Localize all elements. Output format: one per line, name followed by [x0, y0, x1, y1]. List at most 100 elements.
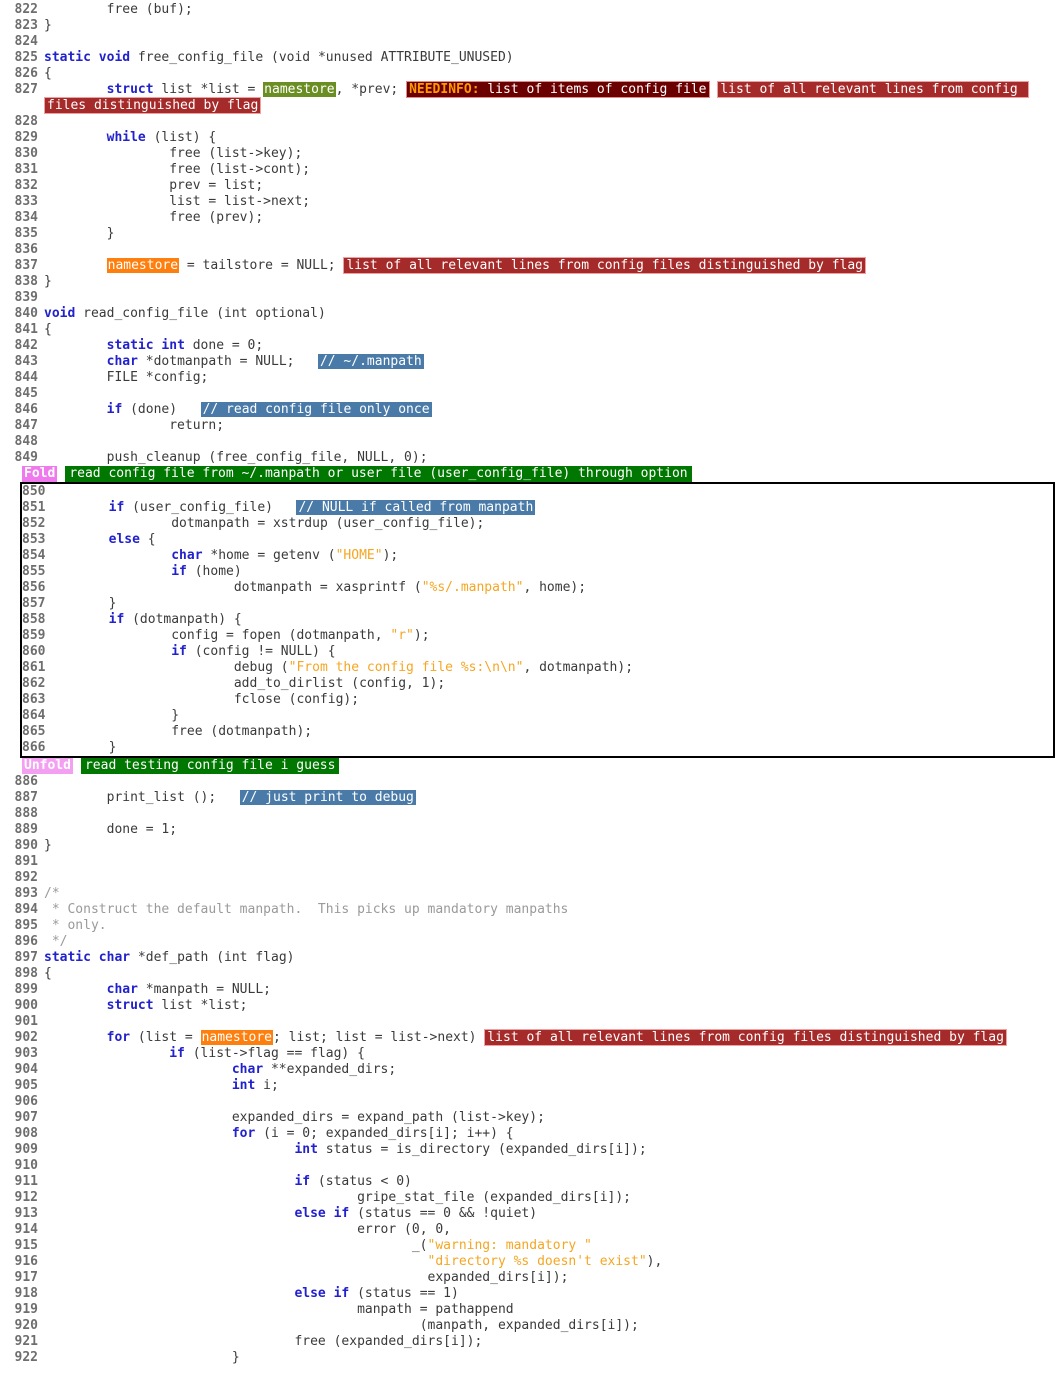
- code-line[interactable]: 826 {: [0, 66, 1063, 82]
- code-line[interactable]: 861 debug ("From the config file %s:\n\n…: [22, 660, 1053, 676]
- code-line[interactable]: 897 static char *def_path (int flag): [0, 950, 1063, 966]
- code-line[interactable]: 837 namestore = tailstore = NULL; list o…: [0, 257, 1063, 274]
- code-line[interactable]: 845: [0, 386, 1063, 402]
- code-line[interactable]: 919 manpath = pathappend: [0, 1302, 1063, 1318]
- code-line[interactable]: 891: [0, 854, 1063, 870]
- code-line[interactable]: 863 fclose (config);: [22, 692, 1053, 708]
- code-line[interactable]: 847 return;: [0, 418, 1063, 434]
- code-line[interactable]: 825 static void free_config_file (void *u…: [0, 50, 1063, 66]
- line-content[interactable]: char *dotmanpath = NULL; // ~/.manpath: [44, 354, 1063, 370]
- line-content[interactable]: (manpath, expanded_dirs[i]);: [44, 1318, 1063, 1334]
- code-line[interactable]: 843 char *dotmanpath = NULL; // ~/.manpa…: [0, 354, 1063, 370]
- line-content[interactable]: fclose (config);: [46, 692, 1053, 708]
- code-line[interactable]: 832 prev = list;: [0, 178, 1063, 194]
- code-line[interactable]: 862 add_to_dirlist (config, 1);: [22, 676, 1053, 692]
- line-content[interactable]: int status = is_directory (expanded_dirs…: [44, 1142, 1063, 1158]
- code-line[interactable]: 836: [0, 242, 1063, 258]
- code-line[interactable]: 898 {: [0, 966, 1063, 982]
- code-line[interactable]: 822 free (buf);: [0, 2, 1063, 18]
- line-content[interactable]: for (i = 0; expanded_dirs[i]; i++) {: [44, 1126, 1063, 1142]
- code-line[interactable]: 830 free (list->key);: [0, 146, 1063, 162]
- code-line[interactable]: 911 if (status < 0): [0, 1174, 1063, 1190]
- code-line[interactable]: 834 free (prev);: [0, 210, 1063, 226]
- code-line[interactable]: 908 for (i = 0; expanded_dirs[i]; i++) {: [0, 1126, 1063, 1142]
- code-line[interactable]: 915 _("warning: mandatory ": [0, 1238, 1063, 1254]
- unfold-button[interactable]: Unfold: [22, 758, 73, 774]
- line-content[interactable]: free (list->cont);: [44, 162, 1063, 178]
- code-line[interactable]: 849 push_cleanup (free_config_file, NULL…: [0, 450, 1063, 466]
- code-line[interactable]: 864 }: [22, 708, 1053, 724]
- code-line[interactable]: 895 * only.: [0, 918, 1063, 934]
- code-line[interactable]: 887 print_list (); // just print to debu…: [0, 790, 1063, 806]
- line-content[interactable]: done = 1;: [44, 822, 1063, 838]
- line-content[interactable]: {: [44, 966, 1063, 982]
- line-content[interactable]: static int done = 0;: [44, 338, 1063, 354]
- code-line[interactable]: 854 char *home = getenv ("HOME");: [22, 548, 1053, 564]
- line-content[interactable]: gripe_stat_file (expanded_dirs[i]);: [44, 1190, 1063, 1206]
- line-content[interactable]: print_list (); // just print to debug: [44, 790, 1063, 806]
- code-line[interactable]: 916 "directory %s doesn't exist"),: [0, 1254, 1063, 1270]
- fold-marker-row[interactable]: Fold read config file from ~/.manpath or…: [0, 466, 1063, 482]
- line-content[interactable]: add_to_dirlist (config, 1);: [46, 676, 1053, 692]
- code-line[interactable]: 860 if (config != NULL) {: [22, 644, 1053, 660]
- code-line[interactable]: 906: [0, 1094, 1063, 1110]
- code-line[interactable]: 842 static int done = 0;: [0, 338, 1063, 354]
- line-content[interactable]: while (list) {: [44, 130, 1063, 146]
- line-content[interactable]: if (done) // read config file only once: [44, 402, 1063, 418]
- code-editor[interactable]: 822 free (buf); 823} 824 825 static void fre…: [0, 0, 1063, 1366]
- code-line[interactable]: 886: [0, 774, 1063, 790]
- code-line[interactable]: 851 if (user_config_file) // NULL if cal…: [22, 500, 1053, 516]
- line-content[interactable]: list = list->next;: [44, 194, 1063, 210]
- line-content[interactable]: if (list->flag == flag) {: [44, 1046, 1063, 1062]
- code-line[interactable]: 865 free (dotmanpath);: [22, 724, 1053, 740]
- code-line[interactable]: 893 /*: [0, 886, 1063, 902]
- line-content[interactable]: int i;: [44, 1078, 1063, 1094]
- line-content[interactable]: * only.: [44, 918, 1063, 934]
- code-line[interactable]: 903 if (list->flag == flag) {: [0, 1046, 1063, 1062]
- code-line[interactable]: 852 dotmanpath = xstrdup (user_config_fi…: [22, 516, 1053, 532]
- code-line[interactable]: 857 }: [22, 596, 1053, 612]
- line-content[interactable]: return;: [44, 418, 1063, 434]
- code-line[interactable]: 888: [0, 806, 1063, 822]
- line-content[interactable]: push_cleanup (free_config_file, NULL, 0)…: [44, 450, 1063, 466]
- code-line[interactable]: 900 struct list *list;: [0, 998, 1063, 1014]
- code-line[interactable]: 890}: [0, 838, 1063, 854]
- code-line[interactable]: 917 expanded_dirs[i]);: [0, 1270, 1063, 1286]
- code-line[interactable]: 907 expanded_dirs = expand_path (list->k…: [0, 1110, 1063, 1126]
- line-content[interactable]: for (list = namestore; list; list = list…: [44, 1029, 1063, 1046]
- line-content[interactable]: void read_config_file (int optional): [44, 306, 1063, 322]
- code-line[interactable]: 921 free (expanded_dirs[i]);: [0, 1334, 1063, 1350]
- code-line[interactable]: 824: [0, 34, 1063, 50]
- line-content[interactable]: prev = list;: [44, 178, 1063, 194]
- code-line[interactable]: 901: [0, 1014, 1063, 1030]
- line-content[interactable]: free (buf);: [44, 2, 1063, 18]
- line-content[interactable]: }: [46, 708, 1053, 724]
- line-content[interactable]: }: [44, 838, 1063, 854]
- line-content[interactable]: _("warning: mandatory ": [44, 1238, 1063, 1254]
- line-content[interactable]: struct list *list = namestore, *prev; NE…: [44, 81, 1063, 114]
- code-line[interactable]: 828: [0, 114, 1063, 130]
- line-content[interactable]: {: [44, 66, 1063, 82]
- code-line[interactable]: 866 }: [22, 740, 1053, 756]
- code-line[interactable]: 918 else if (status == 1): [0, 1286, 1063, 1302]
- code-line[interactable]: 831 free (list->cont);: [0, 162, 1063, 178]
- code-line[interactable]: 889 done = 1;: [0, 822, 1063, 838]
- code-line[interactable]: 922 }: [0, 1350, 1063, 1366]
- line-content[interactable]: manpath = pathappend: [44, 1302, 1063, 1318]
- line-content[interactable]: free (expanded_dirs[i]);: [44, 1334, 1063, 1350]
- code-line[interactable]: 833 list = list->next;: [0, 194, 1063, 210]
- line-content[interactable]: expanded_dirs = expand_path (list->key);: [44, 1110, 1063, 1126]
- line-content[interactable]: char *manpath = NULL;: [44, 982, 1063, 998]
- code-line[interactable]: 909 int status = is_directory (expanded_…: [0, 1142, 1063, 1158]
- code-line[interactable]: 846 if (done) // read config file only o…: [0, 402, 1063, 418]
- line-content[interactable]: static void free_config_file (void *unus…: [44, 50, 1063, 66]
- code-line[interactable]: 853 else {: [22, 532, 1053, 548]
- line-content[interactable]: free (dotmanpath);: [46, 724, 1053, 740]
- line-content[interactable]: char *home = getenv ("HOME");: [46, 548, 1053, 564]
- line-content[interactable]: }: [44, 226, 1063, 242]
- code-line[interactable]: 848: [0, 434, 1063, 450]
- line-content[interactable]: expanded_dirs[i]);: [44, 1270, 1063, 1286]
- code-line[interactable]: 840 void read_config_file (int optional): [0, 306, 1063, 322]
- line-content[interactable]: /*: [44, 886, 1063, 902]
- line-content[interactable]: free (list->key);: [44, 146, 1063, 162]
